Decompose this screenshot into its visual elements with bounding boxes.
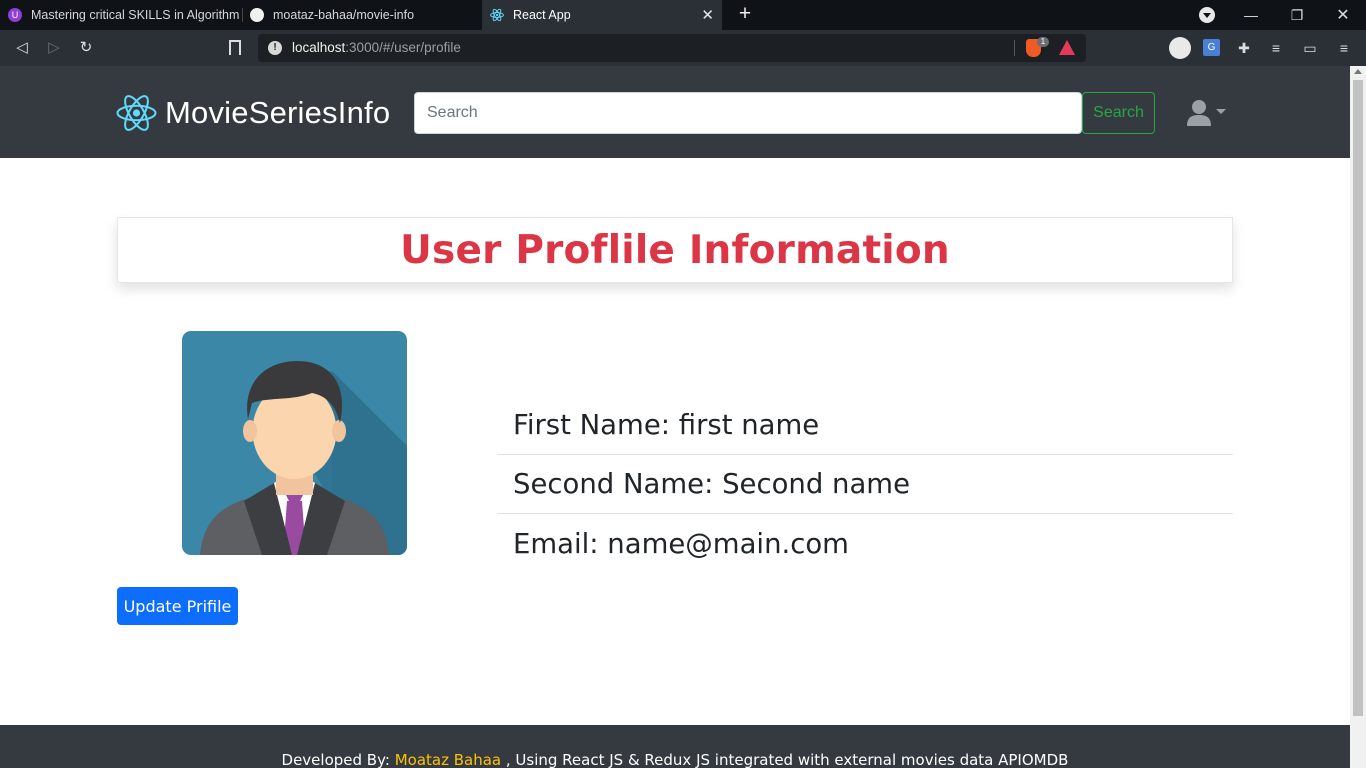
- translate-extension-icon[interactable]: G: [1203, 39, 1220, 56]
- url-text[interactable]: localhost:3000/#/user/profile: [292, 40, 461, 55]
- tab-github[interactable]: moataz-bahaa/movie-info: [250, 0, 480, 30]
- restore-button[interactable]: ❐: [1274, 0, 1320, 30]
- back-icon[interactable]: ◁: [11, 37, 33, 59]
- scroll-thumb[interactable]: [1353, 80, 1363, 716]
- tab-search-icon[interactable]: [1199, 7, 1215, 23]
- browser-toolbar: ◁ ▷ ↻ ! localhost:3000/#/user/profile 1 …: [0, 30, 1366, 66]
- author-link[interactable]: Moataz Bahaa: [395, 751, 501, 768]
- search-button[interactable]: Search: [1082, 92, 1155, 134]
- search-input[interactable]: [414, 92, 1082, 134]
- shields-count-badge: 1: [1037, 37, 1049, 47]
- bookmark-icon[interactable]: [229, 40, 241, 55]
- tab-react-app[interactable]: React App ✕: [482, 0, 722, 30]
- footer-credits: Developed By: Moataz Bahaa , Using React…: [281, 751, 1069, 768]
- github-icon: [250, 8, 264, 22]
- close-window-button[interactable]: ✕: [1320, 0, 1366, 30]
- page-footer: Developed By: Moataz Bahaa , Using React…: [0, 725, 1350, 768]
- profile-info-list: First Name: first name Second Name: Seco…: [497, 396, 1233, 573]
- page-scrollbar[interactable]: [1350, 66, 1366, 768]
- udemy-icon: U: [8, 8, 22, 22]
- close-tab-icon[interactable]: ✕: [701, 6, 714, 24]
- profile-avatar-image: [182, 331, 407, 555]
- new-tab-button[interactable]: +: [733, 3, 757, 27]
- chevron-down-icon: [1216, 109, 1226, 114]
- address-bar[interactable]: ! localhost:3000/#/user/profile 1: [258, 34, 1086, 62]
- page-title: User Proflile Information: [400, 228, 950, 273]
- tab-title: Mastering critical SKILLS in Algorithms: [31, 8, 240, 22]
- profile-title-card: User Proflile Information: [117, 217, 1233, 283]
- browser-tab-strip: U Mastering critical SKILLS in Algorithm…: [0, 0, 1366, 30]
- first-name-item: First Name: first name: [497, 396, 1233, 455]
- wallet-icon[interactable]: ▭: [1300, 38, 1320, 58]
- react-icon: [490, 8, 504, 22]
- site-info-icon[interactable]: !: [268, 41, 282, 55]
- update-profile-button[interactable]: Update Prifile: [117, 587, 238, 625]
- browser-menu-icon[interactable]: ≡: [1334, 38, 1354, 58]
- extensions-puzzle-icon[interactable]: ✚: [1234, 38, 1254, 58]
- user-icon: [1187, 100, 1211, 126]
- app-navbar: MovieSeriesInfo Search: [0, 66, 1350, 158]
- brand-link[interactable]: MovieSeriesInfo: [116, 94, 390, 132]
- forward-icon[interactable]: ▷: [43, 37, 65, 59]
- reload-icon[interactable]: ↻: [75, 37, 97, 59]
- extension-avatar-icon[interactable]: [1169, 37, 1191, 59]
- user-menu-dropdown[interactable]: [1186, 99, 1226, 127]
- react-logo-icon: [116, 95, 157, 131]
- reading-list-icon[interactable]: ≡: [1266, 38, 1286, 58]
- email-item: Email: name@main.com: [513, 527, 849, 560]
- brand-name: MovieSeriesInfo: [165, 95, 391, 130]
- brave-rewards-icon[interactable]: [1059, 40, 1075, 55]
- scroll-up-icon[interactable]: [1354, 69, 1362, 74]
- minimize-button[interactable]: —: [1228, 0, 1274, 30]
- tab-title: moataz-bahaa/movie-info: [273, 8, 415, 22]
- second-name-item: Second Name: Second name: [497, 455, 1233, 514]
- tab-udemy[interactable]: U Mastering critical SKILLS in Algorithm…: [8, 0, 240, 30]
- tab-title: React App: [513, 8, 571, 22]
